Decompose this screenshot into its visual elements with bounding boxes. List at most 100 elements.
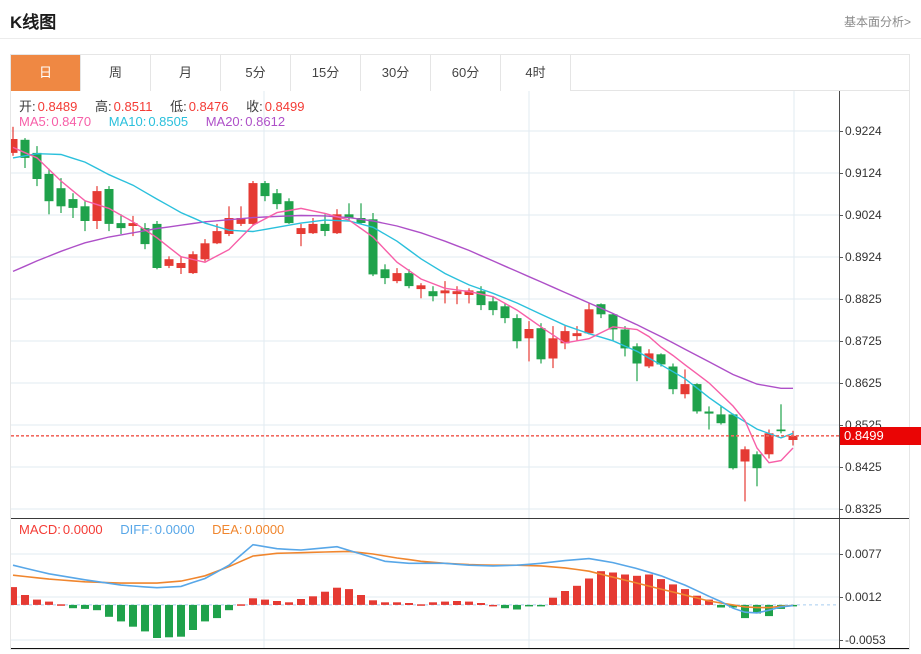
panel-separator [11, 518, 909, 519]
y-axis-line [839, 91, 840, 649]
candle-body [212, 231, 222, 244]
tab-60min[interactable]: 60分 [431, 55, 501, 91]
candle-body [188, 254, 198, 274]
macd-bar [225, 604, 233, 611]
main-gridlines [11, 91, 839, 519]
macd-bar [249, 598, 257, 605]
candle-body [116, 223, 126, 229]
macd-gridlines [11, 519, 839, 649]
macd-bar [93, 604, 101, 611]
macd-bar [465, 601, 473, 605]
macd-axis-tick: 0.0077 [839, 546, 882, 562]
ma20-line [12, 214, 793, 389]
macd-bar [177, 604, 185, 637]
macd-bar [105, 604, 113, 617]
candle-body [44, 173, 54, 202]
macd-bar [165, 604, 173, 638]
tab-4hour[interactable]: 4时 [501, 55, 571, 91]
macd-bar [237, 604, 245, 606]
candle-body [392, 273, 402, 282]
macd-bar [189, 604, 197, 630]
macd-bar [201, 604, 209, 622]
candlestick-chart-canvas[interactable] [11, 91, 839, 519]
fundamental-analysis-link[interactable]: 基本面分析> [844, 13, 911, 30]
macd-bar [489, 604, 497, 607]
macd-axis-tick: -0.0053 [839, 632, 886, 648]
title-bar: K线图 基本面分析> [0, 0, 921, 39]
price-axis-tick: 0.9124 [839, 165, 882, 181]
macd-bar [597, 571, 605, 605]
macd-bar [285, 602, 293, 605]
candle-body [68, 199, 78, 208]
macd-axis-tick: 0.0012 [839, 589, 882, 605]
macd-region[interactable]: MACD: 0.0000 DIFF: 0.0000 DEA: 0.0000 [11, 519, 839, 649]
macd-bar [453, 601, 461, 605]
macd-bar [393, 602, 401, 605]
tab-5min[interactable]: 5分 [221, 55, 291, 91]
kline-widget: 日 周 月 5分 15分 30分 60分 4时 开: 0.8489 高: 0.851… [10, 54, 921, 650]
tab-30min[interactable]: 30分 [361, 55, 431, 91]
main-chart-region[interactable]: 开: 0.8489 高: 0.8511 低: 0.8476 收: 0.8499 MA5:… [11, 91, 839, 519]
price-axis-tick: 0.8625 [839, 375, 882, 391]
price-axis-tick: 0.8425 [839, 459, 882, 475]
price-axis-tick: 0.8825 [839, 291, 882, 307]
tab-week[interactable]: 周 [81, 55, 151, 91]
macd-bar [429, 602, 437, 605]
candle-body [428, 291, 438, 297]
price-axis-tick: 0.9224 [839, 123, 882, 139]
tab-month[interactable]: 月 [151, 55, 221, 91]
candle-body [80, 206, 90, 221]
candle-body [272, 193, 282, 205]
ma5-line [12, 146, 794, 464]
macd-bar [69, 604, 77, 609]
macd-bar [21, 595, 29, 605]
macd-bar [573, 585, 581, 605]
candle-body [104, 189, 114, 224]
macd-bar [417, 604, 425, 606]
candle-body [680, 384, 690, 395]
candle-body [500, 306, 510, 319]
candle-body [716, 414, 726, 424]
candle-body [524, 329, 534, 339]
macd-bar [261, 599, 269, 605]
macd-bar [381, 602, 389, 605]
candle-body [176, 263, 186, 268]
macd-bar [141, 604, 149, 632]
macd-bar [441, 601, 449, 605]
period-tab-bar: 日 周 月 5分 15分 30分 60分 4时 [11, 55, 909, 91]
current-price-badge: 0.8499 [840, 427, 921, 445]
candle-body [452, 291, 462, 295]
macd-bar [405, 603, 413, 605]
chart-area: 开: 0.8489 高: 0.8511 低: 0.8476 收: 0.8499 MA5:… [11, 91, 921, 649]
macd-bar [657, 579, 665, 605]
macd-bar [549, 597, 557, 605]
macd-bar [309, 596, 317, 605]
macd-bar [321, 591, 329, 605]
macd-bar [11, 587, 17, 605]
macd-bar [357, 595, 365, 605]
macd-bar [561, 591, 569, 605]
candle-body [548, 338, 558, 359]
candle-body [728, 414, 738, 469]
candle-body [380, 269, 390, 279]
candle-body [704, 411, 714, 414]
macd-bar [501, 604, 509, 609]
candle-body [488, 301, 498, 311]
macd-chart-canvas[interactable] [11, 519, 839, 649]
macd-bar [333, 587, 341, 605]
macd-bar [45, 601, 53, 605]
macd-bar [369, 600, 377, 605]
candle-body [56, 188, 66, 207]
price-axis-tick: 0.8924 [839, 249, 882, 265]
macd-bar [645, 574, 653, 605]
candle-body [584, 309, 594, 334]
macd-bar [633, 575, 641, 605]
tab-day[interactable]: 日 [11, 55, 81, 91]
price-axis-tick: 0.8725 [839, 333, 882, 349]
macd-bar [525, 604, 533, 607]
tab-15min[interactable]: 15分 [291, 55, 361, 91]
candle-body [440, 290, 450, 294]
macd-bar [33, 599, 41, 605]
macd-bar [117, 604, 125, 622]
macd-bar [513, 604, 521, 610]
